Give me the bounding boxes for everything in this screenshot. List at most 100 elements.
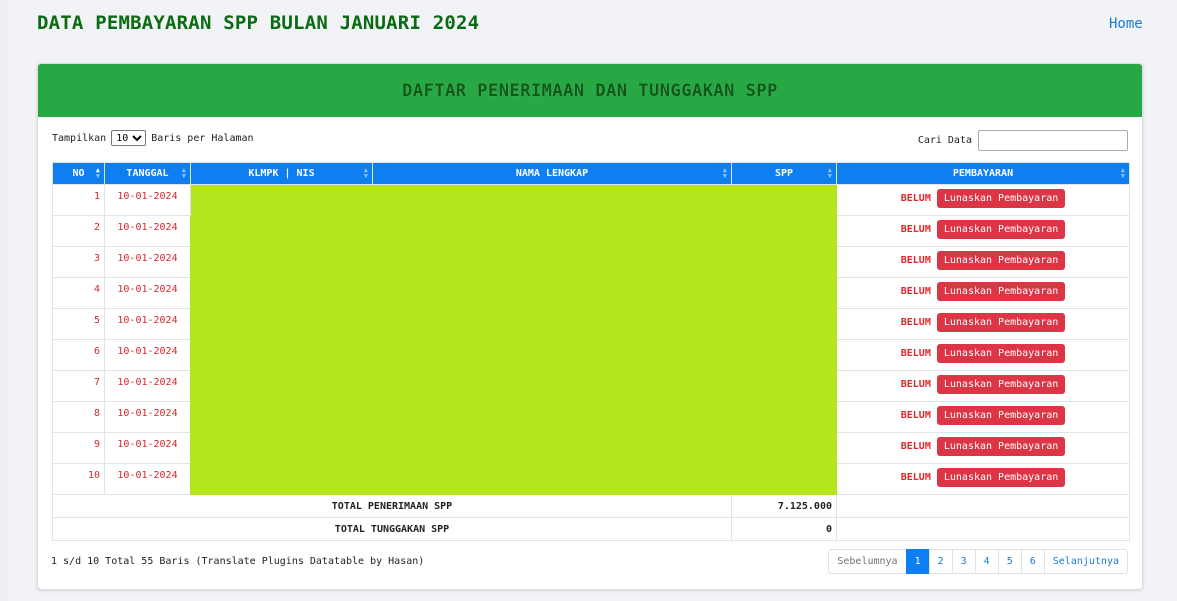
cell-no: 2 [52,215,105,247]
page-button-2[interactable]: 2 [928,549,953,574]
footer-empty [836,494,1130,518]
length-control: Tampilkan 10 Baris per Halaman [52,130,254,146]
sort-icon: ▲ ▼ [363,166,368,180]
cell-tanggal: 10-01-2024 [104,215,191,247]
length-select[interactable]: 10 [111,130,147,146]
status-badge: BELUM [900,193,931,204]
cell-pembayaran: BELUM Lunaskan Pembayaran [836,246,1130,278]
table-header-row: NO ▲ ▼ TANGGAL ▲ ▼ KLMPK | NIS ▲ ▼ NAMA LENGKAP ▲ ▼… [52,162,1130,185]
next-page-button[interactable]: Selanjutnya [1043,549,1128,574]
search-label: Cari Data [917,135,972,146]
sort-icon: ▲ ▼ [95,166,100,180]
cell-no: 3 [52,246,105,278]
lunaskan-button[interactable]: Lunaskan Pembayaran [936,437,1066,456]
status-badge: BELUM [900,472,931,483]
header-col-nama-lengkap[interactable]: NAMA LENGKAP ▲ ▼ [372,162,732,185]
cell-tanggal: 10-01-2024 [104,432,191,464]
status-badge: BELUM [900,379,931,390]
pagination: Sebelumnya 1 2 3 4 5 6 Selanjutnya [828,549,1128,574]
sort-icon: ▲ ▼ [181,166,186,180]
header-label: SPP [774,168,794,179]
cell-pembayaran: BELUM Lunaskan Pembayaran [836,277,1130,309]
cell-tanggal: 10-01-2024 [104,339,191,371]
lunaskan-button[interactable]: Lunaskan Pembayaran [936,375,1066,394]
status-badge: BELUM [900,441,931,452]
lunaskan-button[interactable]: Lunaskan Pembayaran [936,406,1066,425]
footer-value: 0 [731,517,837,541]
footer-label: TOTAL TUNGGAKAN SPP [52,517,732,541]
page-button-4[interactable]: 4 [974,549,999,574]
header-label: NAMA LENGKAP [515,168,589,179]
cell-tanggal: 10-01-2024 [104,246,191,278]
cell-no: 1 [52,184,105,216]
page-button-3[interactable]: 3 [951,549,976,574]
status-badge: BELUM [900,224,931,235]
cell-no: 5 [52,308,105,340]
page-button-1[interactable]: 1 [905,549,930,574]
lunaskan-button[interactable]: Lunaskan Pembayaran [936,251,1066,270]
length-suffix: Baris per Halaman [151,132,254,144]
header-label: TANGGAL [126,168,169,179]
cell-no: 9 [52,432,105,464]
table-row: 1 10-01-2024 BELUM Lunaskan Pembayaran [52,184,1130,495]
cell-pembayaran: BELUM Lunaskan Pembayaran [836,463,1130,495]
cell-no: 8 [52,401,105,433]
header-label: KLMPK | NIS [248,168,315,179]
page-button-5[interactable]: 5 [997,549,1022,574]
lunaskan-button[interactable]: Lunaskan Pembayaran [936,344,1066,363]
header-col-klmpk-nis[interactable]: KLMPK | NIS ▲ ▼ [190,162,373,185]
header-col-pembayaran[interactable]: PEMBAYARAN ▲ ▼ [836,162,1130,185]
prev-page-button[interactable]: Sebelumnya [828,549,907,574]
search-control: Cari Data [918,130,1128,151]
data-table-wrapper: NO ▲ ▼ TANGGAL ▲ ▼ KLMPK | NIS ▲ ▼ NAMA LENGKAP ▲ ▼… [52,162,1130,541]
home-link[interactable]: Home [1109,16,1143,32]
sort-icon: ▲ ▼ [722,166,727,180]
cell-pembayaran: BELUM Lunaskan Pembayaran [836,339,1130,371]
header-col-spp[interactable]: SPP ▲ ▼ [731,162,837,185]
redacted-block [190,184,837,495]
cell-tanggal: 10-01-2024 [104,370,191,402]
search-input[interactable] [978,130,1128,151]
lunaskan-button[interactable]: Lunaskan Pembayaran [936,220,1066,239]
left-edge [0,0,8,601]
cell-tanggal: 10-01-2024 [104,308,191,340]
footer-value: 7.125.000 [731,494,837,518]
table-footer: TOTAL PENERIMAAN SPP 7.125.000 TOTAL TUNGG… [52,494,1130,541]
table-body: 1 10-01-2024 BELUM Lunaskan Pembayaran 2 10-0… [52,184,1130,495]
footer-label: TOTAL PENERIMAAN SPP [52,494,732,518]
status-badge: BELUM [900,286,931,297]
cell-tanggal: 10-01-2024 [104,463,191,495]
cell-no: 6 [52,339,105,371]
sort-icon: ▲ ▼ [1120,166,1125,180]
cell-tanggal: 10-01-2024 [104,401,191,433]
cell-tanggal: 10-01-2024 [104,184,191,216]
cell-pembayaran: BELUM Lunaskan Pembayaran [836,401,1130,433]
cell-pembayaran: BELUM Lunaskan Pembayaran [836,432,1130,464]
header-label: PEMBAYARAN [952,168,1014,179]
cell-no: 10 [52,463,105,495]
footer-row: TOTAL PENERIMAAN SPP 7.125.000 [52,494,1130,518]
card-title: DAFTAR PENERIMAAN DAN TUNGGAKAN SPP [38,64,1142,117]
status-badge: BELUM [900,317,931,328]
lunaskan-button[interactable]: Lunaskan Pembayaran [936,468,1066,487]
lunaskan-button[interactable]: Lunaskan Pembayaran [936,282,1066,301]
lunaskan-button[interactable]: Lunaskan Pembayaran [936,313,1066,332]
cell-pembayaran: BELUM Lunaskan Pembayaran [836,215,1130,247]
page-title: DATA PEMBAYARAN SPP BULAN JANUARI 2024 [37,12,480,34]
cell-pembayaran: BELUM Lunaskan Pembayaran [836,184,1130,216]
status-badge: BELUM [900,255,931,266]
cell-no: 7 [52,370,105,402]
data-table: NO ▲ ▼ TANGGAL ▲ ▼ KLMPK | NIS ▲ ▼ NAMA LENGKAP ▲ ▼… [52,162,1130,541]
header-col-no[interactable]: NO ▲ ▼ [52,162,105,185]
lunaskan-button[interactable]: Lunaskan Pembayaran [936,189,1066,208]
page-button-6[interactable]: 6 [1020,549,1045,574]
table-info: 1 s/d 10 Total 55 Baris (Translate Plugi… [51,556,425,567]
status-badge: BELUM [900,410,931,421]
length-prefix: Tampilkan [52,132,107,144]
footer-row: TOTAL TUNGGAKAN SPP 0 [52,517,1130,541]
cell-tanggal: 10-01-2024 [104,277,191,309]
cell-no: 4 [52,277,105,309]
header-label: NO [72,168,85,179]
spp-card: DAFTAR PENERIMAAN DAN TUNGGAKAN SPP Tamp… [37,63,1143,590]
header-col-tanggal[interactable]: TANGGAL ▲ ▼ [104,162,191,185]
